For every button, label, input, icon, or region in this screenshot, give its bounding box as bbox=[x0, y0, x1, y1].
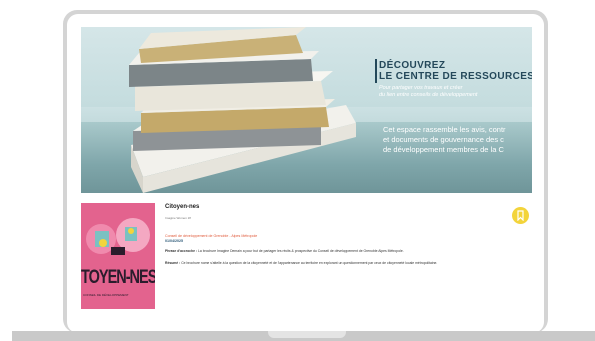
laptop-notch bbox=[268, 331, 346, 338]
hook-label: Phrase d'accroche : bbox=[165, 249, 198, 253]
laptop-screen: DÉCOUVREZ LE CENTRE DE RESSOURCES Pour p… bbox=[81, 27, 532, 317]
hero-title-rule bbox=[375, 59, 377, 83]
hook-text: La brochure Imagine Demain a pour but de… bbox=[197, 249, 404, 253]
resource-date: 01/04/2025 bbox=[165, 239, 183, 243]
summary-label: Résumé : bbox=[165, 261, 181, 265]
bookmark-button[interactable] bbox=[512, 207, 529, 224]
resource-hook: Phrase d'accroche : La brochure Imagine … bbox=[165, 249, 505, 254]
bookmark-icon bbox=[517, 210, 524, 221]
resource-summary: Résumé : Ce brochure nome s'attelle à la… bbox=[165, 261, 505, 266]
hero-subtitle: Pour partager vos travaux et créer du li… bbox=[379, 85, 478, 98]
resource-title[interactable]: Citoyen-nes bbox=[165, 204, 199, 210]
hero-banner: DÉCOUVREZ LE CENTRE DE RESSOURCES Pour p… bbox=[81, 27, 532, 193]
resource-author: Imagine Women 1ff bbox=[165, 216, 191, 220]
resource-card[interactable]: ITOYEN-NES CONSEIL DE DÉVELOPPEMENT Cito… bbox=[81, 193, 532, 317]
book-stack-illustration bbox=[129, 27, 356, 193]
resource-organization[interactable]: Conseil de développement de Grenoble - A… bbox=[165, 234, 257, 238]
resource-cover-image[interactable]: ITOYEN-NES CONSEIL DE DÉVELOPPEMENT bbox=[81, 203, 155, 309]
hero-description: Cet espace rassemble les avis, contr et … bbox=[383, 125, 506, 154]
summary-text: Ce brochure nome s'attelle à la question… bbox=[180, 261, 438, 265]
cover-small-text: CONSEIL DE DÉVELOPPEMENT bbox=[83, 293, 129, 297]
cover-title-text: ITOYEN-NES bbox=[81, 267, 155, 289]
hero-title: DÉCOUVREZ LE CENTRE DE RESSOURCES bbox=[379, 60, 532, 82]
